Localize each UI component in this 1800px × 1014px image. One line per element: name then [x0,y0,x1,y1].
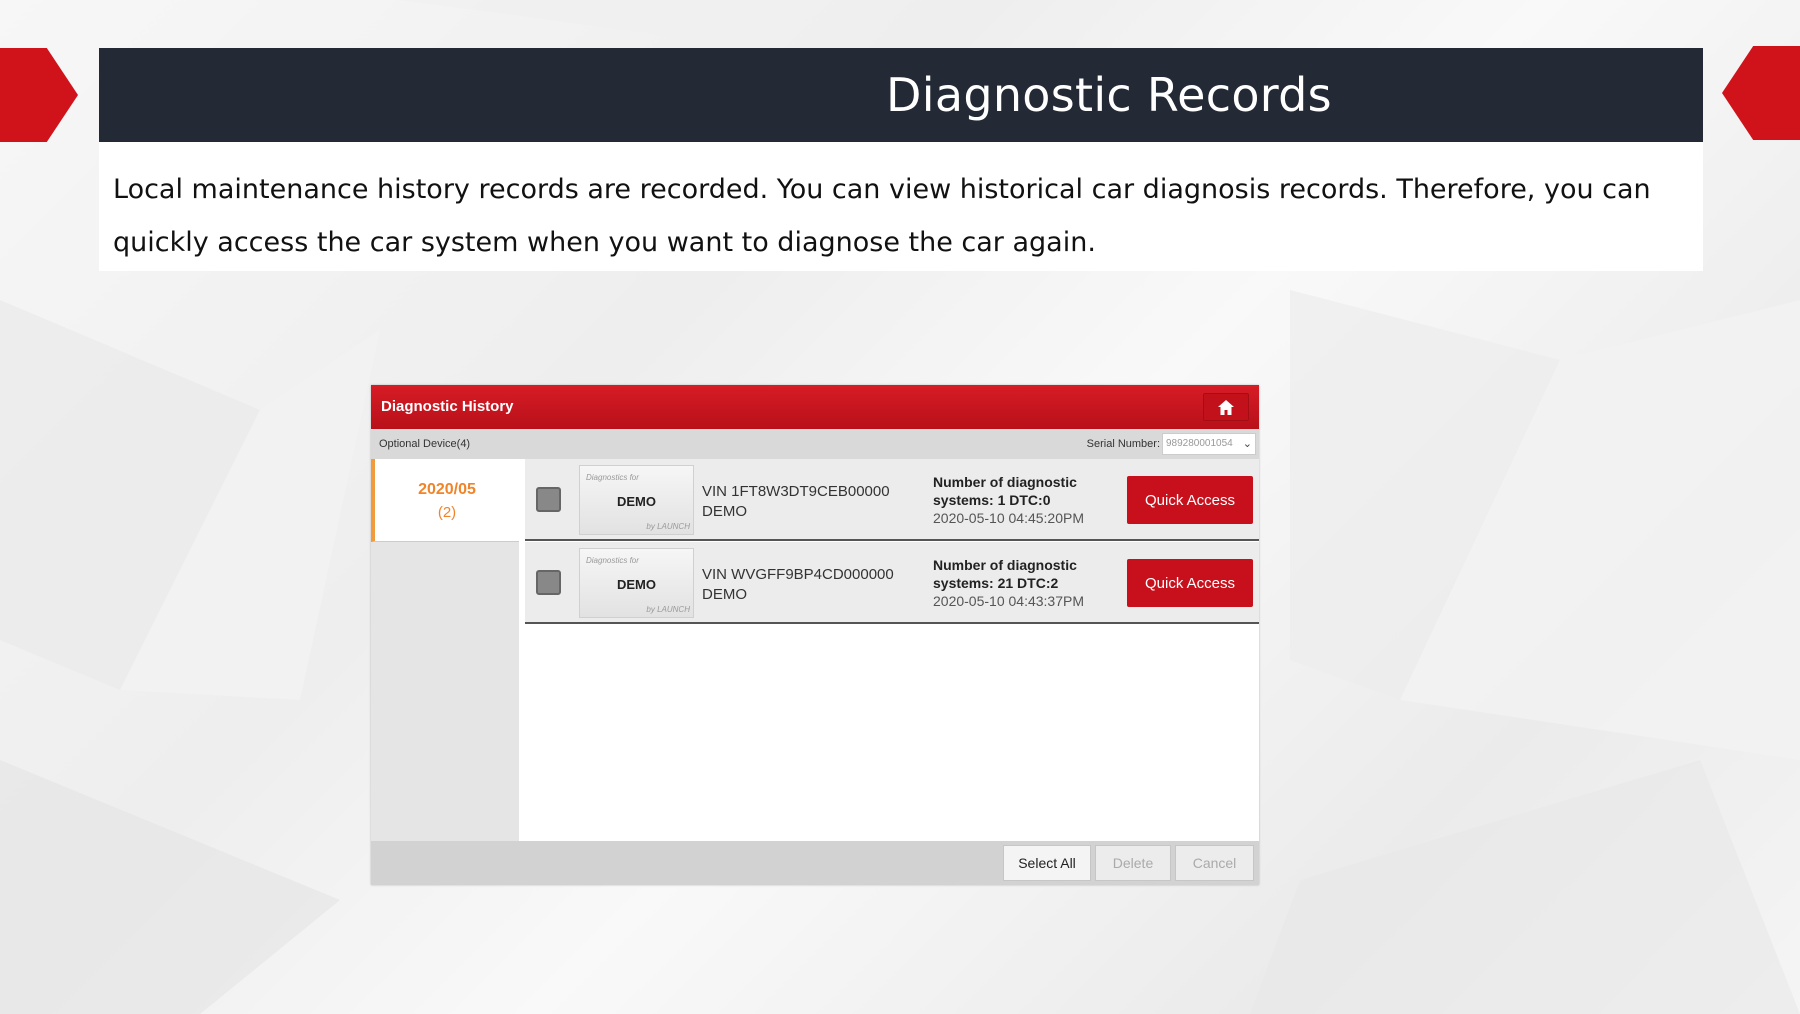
thumbnail-caption-main: DEMO [617,494,656,509]
home-button[interactable] [1203,393,1249,421]
record-checkbox[interactable] [536,570,561,595]
record-checkbox[interactable] [536,487,561,512]
record-model: DEMO [702,503,747,520]
record-list: Diagnostics for DEMO by LAUNCH VIN 1FT8W… [525,459,1259,841]
right-red-arrow-decoration [1722,46,1800,140]
action-footer: Select All Delete Cancel [371,841,1259,885]
record-vin: VIN WVGFF9BP4CD000000 [702,566,894,583]
record-vin: VIN 1FT8W3DT9CEB00000 [702,483,890,500]
slide-title: Diagnostic Records [886,68,1332,122]
date-group-date: 2020/05 [418,481,476,498]
app-header-title: Diagnostic History [381,398,514,415]
diagnostic-history-screenshot: Diagnostic History Optional Device(4) Se… [371,385,1259,885]
record-info: Number of diagnostic systems: 21 DTC:2 2… [933,556,1113,610]
record-row: Diagnostics for DEMO by LAUNCH VIN WVGFF… [525,542,1259,624]
slide-description: Local maintenance history records are re… [99,142,1703,271]
date-group-item[interactable]: 2020/05 (2) [371,459,519,542]
thumbnail-caption-top: Diagnostics for [586,473,639,482]
record-info-line2: systems: 21 DTC:2 [933,575,1059,591]
serial-number-label: Serial Number: [1086,438,1160,450]
record-info: Number of diagnostic systems: 1 DTC:0 20… [933,473,1113,527]
record-timestamp: 2020-05-10 04:43:37PM [933,593,1084,609]
vehicle-thumbnail: Diagnostics for DEMO by LAUNCH [579,465,694,535]
thumbnail-caption-top: Diagnostics for [586,556,639,565]
date-group-count: (2) [437,504,457,521]
record-model: DEMO [702,586,747,603]
chevron-down-icon: ⌄ [1242,438,1252,450]
device-filter-bar: Optional Device(4) Serial Number: 989280… [371,429,1259,459]
record-vehicle: VIN WVGFF9BP4CD000000 DEMO [702,565,894,605]
vehicle-thumbnail: Diagnostics for DEMO by LAUNCH [579,548,694,618]
cancel-button[interactable]: Cancel [1175,845,1254,881]
record-row: Diagnostics for DEMO by LAUNCH VIN 1FT8W… [525,459,1259,541]
home-icon [1218,399,1234,415]
record-info-line1: Number of diagnostic [933,474,1077,490]
record-info-line1: Number of diagnostic [933,557,1077,573]
delete-button[interactable]: Delete [1095,845,1171,881]
quick-access-button[interactable]: Quick Access [1127,559,1253,607]
quick-access-button[interactable]: Quick Access [1127,476,1253,524]
select-all-button[interactable]: Select All [1003,845,1091,881]
record-info-line2: systems: 1 DTC:0 [933,492,1051,508]
slide-title-bar: Diagnostic Records [99,48,1703,142]
date-list: 2020/05 (2) [371,459,519,841]
serial-number-value: 989280001054 [1166,438,1233,449]
record-timestamp: 2020-05-10 04:45:20PM [933,510,1084,526]
record-vehicle: VIN 1FT8W3DT9CEB00000 DEMO [702,482,890,522]
thumbnail-caption-main: DEMO [617,577,656,592]
thumbnail-caption-bottom: by LAUNCH [646,605,690,614]
optional-device-label[interactable]: Optional Device(4) [379,438,470,450]
app-header: Diagnostic History [371,385,1259,429]
serial-number-select[interactable]: 989280001054 ⌄ [1162,433,1256,455]
left-red-arrow-decoration [0,48,78,142]
thumbnail-caption-bottom: by LAUNCH [646,522,690,531]
